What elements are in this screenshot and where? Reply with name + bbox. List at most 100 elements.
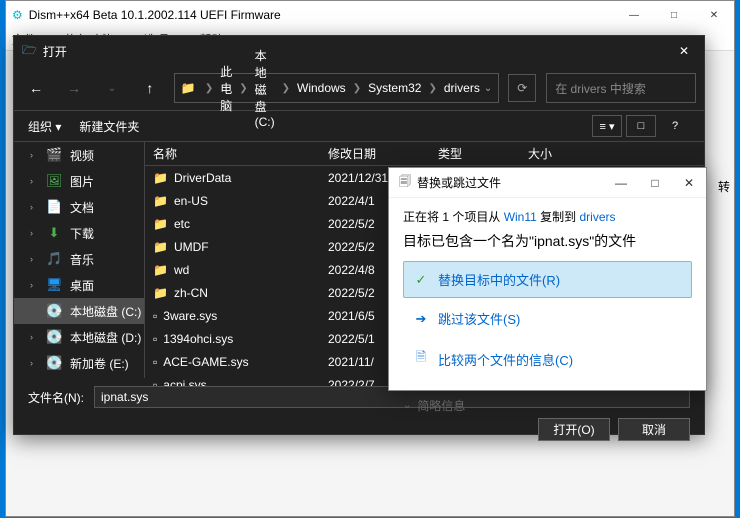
col-type[interactable]: 类型 xyxy=(430,145,520,162)
option-icon: 🗎 xyxy=(412,348,430,370)
sidebar-item[interactable]: ›🎬视频 xyxy=(14,142,144,168)
sidebar-item[interactable]: 💽本地磁盘 (C:) xyxy=(14,298,144,324)
copying-text: 正在将 1 个项目从 Win11 复制到 drivers xyxy=(403,208,692,225)
sidebar-item[interactable]: › 🖥 桌面 xyxy=(14,272,144,298)
file-icon: ▫ xyxy=(153,355,157,369)
chevron-down-icon[interactable]: ⌄ xyxy=(484,83,492,94)
preview-button[interactable]: □ xyxy=(626,115,656,137)
replace-minimize-button[interactable]: — xyxy=(604,169,638,197)
chevron-icon: › xyxy=(30,254,38,264)
sidebar-item[interactable]: ›⬇下载 xyxy=(14,220,144,246)
drive-icon: 💽 xyxy=(46,329,62,345)
breadcrumb-item[interactable]: System32 xyxy=(364,81,425,95)
replace-title: 替换或跳过文件 xyxy=(417,174,604,191)
sidebar-item[interactable]: › 💽 本地磁盘 (D:) xyxy=(14,324,144,350)
drive-icon: 🖥 xyxy=(46,277,62,293)
breadcrumb-item[interactable]: 此电脑 xyxy=(216,63,236,114)
sidebar-item[interactable]: ›🖼图片 xyxy=(14,168,144,194)
less-info-toggle[interactable]: ⌄ 简略信息 xyxy=(389,391,706,420)
chevron-icon: › xyxy=(30,358,38,368)
sidebar-item[interactable]: › 🎵 音乐 xyxy=(14,246,144,272)
sidebar-item[interactable]: ›📄文档 xyxy=(14,194,144,220)
nav-recent-button[interactable]: ⌄ xyxy=(98,74,126,102)
sidebar-item-label: 桌面 xyxy=(70,277,94,294)
file-icon: ▫ xyxy=(153,332,157,346)
close-button[interactable]: ✕ xyxy=(694,1,734,29)
filename-label: 文件名(N): xyxy=(28,389,84,406)
breadcrumb-item[interactable]: Windows xyxy=(293,81,350,95)
sidebar-item-label: 下载 xyxy=(70,225,94,242)
replace-close-button[interactable]: ✕ xyxy=(672,169,706,197)
file-name: ▫ACE-GAME.sys xyxy=(145,355,320,369)
chevron-icon: › xyxy=(30,202,38,212)
open-titlebar: 🗁 打开 ✕ xyxy=(14,36,704,66)
replace-titlebar: 🗐 替换或跳过文件 — □ ✕ xyxy=(389,168,706,198)
replace-option[interactable]: ✓ 替换目标中的文件(R) xyxy=(403,261,692,298)
less-info-label: 简略信息 xyxy=(417,397,465,414)
drive-icon: 🎵 xyxy=(46,251,62,267)
search-placeholder: 在 drivers 中搜索 xyxy=(555,80,646,97)
folder-icon: 📁 xyxy=(153,217,168,231)
chevron-icon: › xyxy=(30,332,38,342)
chevron-down-icon: ⌄ xyxy=(403,400,411,411)
folder-icon: 📁 xyxy=(153,263,168,277)
nav-back-button[interactable]: ← xyxy=(22,74,50,102)
organize-button[interactable]: 组织 ▾ xyxy=(28,118,61,135)
folder-icon: 📁 xyxy=(153,171,168,185)
minimize-button[interactable]: — xyxy=(614,1,654,29)
sidebar-item-label: 音乐 xyxy=(70,251,94,268)
option-icon: ✓ xyxy=(412,272,430,288)
open-button[interactable]: 打开(O) xyxy=(538,418,610,441)
new-folder-button[interactable]: 新建文件夹 xyxy=(79,118,139,135)
refresh-button[interactable]: ⟳ xyxy=(508,74,536,102)
file-name: 📁DriverData xyxy=(145,171,320,185)
view-button[interactable]: ≡ ▾ xyxy=(592,115,622,137)
file-name: 📁wd xyxy=(145,263,320,277)
drive-icon: 💽 xyxy=(46,355,62,371)
folder-icon: 📁 xyxy=(153,240,168,254)
path-bar: ← → ⌄ ↑ 📁❯ 此电脑❯ 本地磁盘 (C:)❯ Windows❯ Syst… xyxy=(14,66,704,110)
drive-icon: 🖼 xyxy=(46,173,62,189)
app-icon: ⚙ xyxy=(12,8,23,22)
replace-option[interactable]: 🗎比较两个文件的信息(C) xyxy=(403,339,692,379)
chevron-icon: › xyxy=(30,280,38,290)
copy-dst-link[interactable]: drivers xyxy=(579,210,615,224)
cancel-button[interactable]: 取消 xyxy=(618,418,690,441)
drive-icon: ⬇ xyxy=(46,225,62,241)
sidebar-item[interactable]: ›💽新加卷 (E:) xyxy=(14,350,144,376)
file-icon: ▫ xyxy=(153,309,157,323)
chevron-icon: › xyxy=(30,176,38,186)
replace-maximize-button[interactable]: □ xyxy=(638,169,672,197)
main-titlebar: ⚙ Dism++x64 Beta 10.1.2002.114 UEFI Firm… xyxy=(6,1,734,29)
open-icon: 🗁 xyxy=(22,41,37,62)
nav-forward-button[interactable]: → xyxy=(60,74,88,102)
replace-option[interactable]: ➔跳过该文件(S) xyxy=(403,300,692,337)
main-title: Dism++x64 Beta 10.1.2002.114 UEFI Firmwa… xyxy=(29,8,614,22)
replace-dialog: 🗐 替换或跳过文件 — □ ✕ 正在将 1 个项目从 Win11 复制到 dri… xyxy=(388,167,707,391)
open-close-button[interactable]: ✕ xyxy=(664,36,704,66)
file-name: 📁etc xyxy=(145,217,320,231)
maximize-button[interactable]: □ xyxy=(654,1,694,29)
col-size[interactable]: 大小 xyxy=(520,145,580,162)
breadcrumb-item[interactable]: 本地磁盘 (C:) xyxy=(251,47,279,129)
conflict-header: 目标已包含一个名为"ipnat.sys"的文件 xyxy=(403,231,692,251)
sidebar-item-label: 本地磁盘 (D:) xyxy=(70,329,141,346)
col-date[interactable]: 修改日期 xyxy=(320,145,430,162)
option-label: 替换目标中的文件(R) xyxy=(438,270,560,289)
option-icon: ➔ xyxy=(412,311,430,327)
col-name[interactable]: 名称 xyxy=(145,145,320,162)
breadcrumb-item[interactable]: drivers xyxy=(440,81,484,95)
nav-up-button[interactable]: ↑ xyxy=(136,74,164,102)
file-header: 名称 修改日期 类型 大小 xyxy=(145,142,704,166)
search-input[interactable]: 在 drivers 中搜索 xyxy=(546,73,696,103)
cutoff-label: 转 xyxy=(718,178,730,195)
file-name: 📁en-US xyxy=(145,194,320,208)
breadcrumb[interactable]: 📁❯ 此电脑❯ 本地磁盘 (C:)❯ Windows❯ System32❯ dr… xyxy=(174,73,499,103)
copy-icon: 🗐 xyxy=(399,172,411,193)
sidebar-item[interactable]: ›💽办公 (F:) xyxy=(14,376,144,378)
file-name: 📁zh-CN xyxy=(145,286,320,300)
copy-src-link[interactable]: Win11 xyxy=(504,210,537,224)
open-toolbar: 组织 ▾ 新建文件夹 ≡ ▾ □ ? xyxy=(14,110,704,142)
folder-icon: 📁 xyxy=(181,81,196,95)
help-button[interactable]: ? xyxy=(660,115,690,137)
